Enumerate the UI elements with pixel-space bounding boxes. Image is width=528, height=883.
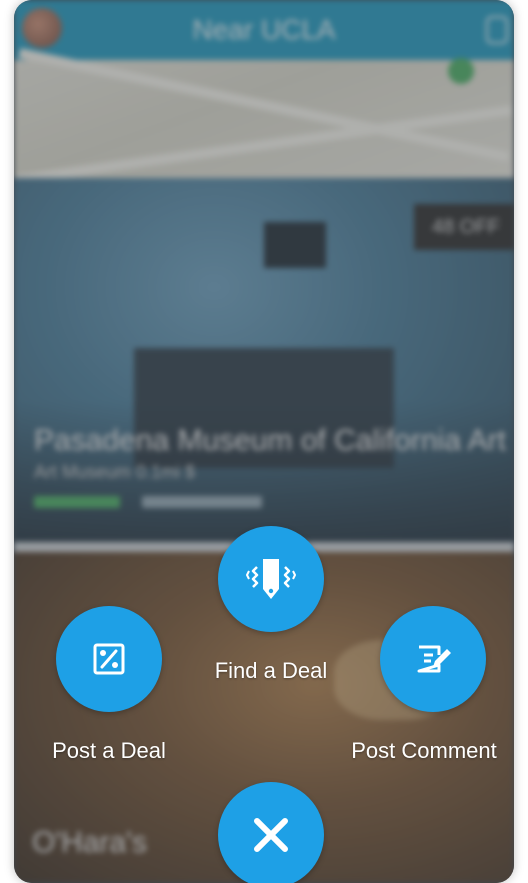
find-deal-label: Find a Deal [214, 658, 328, 683]
close-menu-button[interactable] [218, 782, 324, 883]
phone-screen: Near UCLA 48 OFF Pasadena Museum of Cali… [14, 0, 514, 883]
post-comment-label: Post Comment [351, 738, 497, 763]
post-comment-button[interactable] [380, 606, 486, 712]
percent-icon [93, 643, 125, 675]
edit-note-icon [417, 645, 451, 673]
vibrating-tag-icon [246, 559, 296, 599]
find-deal-button[interactable] [218, 526, 324, 632]
close-icon [254, 818, 288, 852]
post-deal-label: Post a Deal [52, 738, 166, 763]
post-deal-button[interactable] [56, 606, 162, 712]
